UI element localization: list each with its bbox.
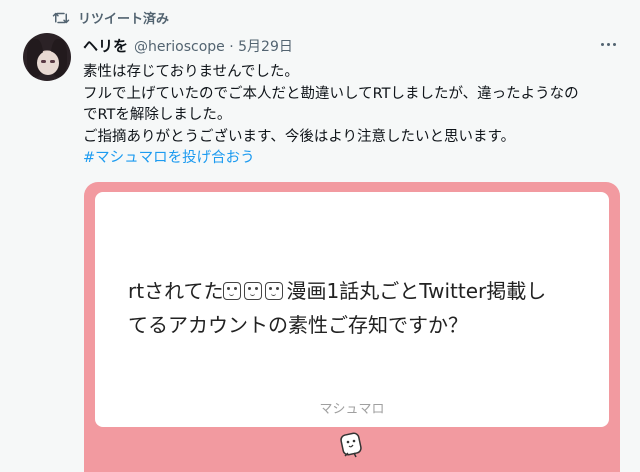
marshmallow-mascot-icon: [340, 432, 362, 458]
tweet-line-1: 素性は存じておりませんでした。: [83, 64, 299, 80]
face-icon: [244, 282, 263, 300]
question-text: rtされてた 漫画1話丸ごとTwitter掲載し てるアカウントの素性ご存知です…: [128, 274, 598, 342]
handle[interactable]: @herioscope · 5月29日: [134, 36, 293, 56]
tweet-line-2b: でRTを解除しました。: [83, 107, 232, 123]
question-prefix: rtされてた: [128, 279, 224, 303]
retweet-icon: [52, 12, 70, 23]
question-suffix: 漫画1話丸ごとTwitter掲載し: [286, 279, 547, 303]
tweet-line-2a: フルで上げていたのでご本人だと勘違いしてRTしましたが、違ったようなの: [83, 85, 579, 102]
dot-icon: [600, 42, 604, 46]
more-options-button[interactable]: [598, 36, 618, 52]
handle-text: @herioscope: [134, 39, 225, 55]
card-brand: マシュマロ: [319, 402, 385, 417]
hashtag-link[interactable]: #マシュマロを投げ合おう: [83, 148, 623, 170]
avatar[interactable]: [23, 33, 71, 81]
tweet-date[interactable]: 5月29日: [238, 39, 293, 55]
card-inner: rtされてた 漫画1話丸ごとTwitter掲載し てるアカウントの素性ご存知です…: [95, 192, 609, 427]
separator: ·: [229, 39, 234, 55]
display-name[interactable]: ヘリを: [83, 35, 128, 56]
tweet-header: ヘリを @herioscope · 5月29日: [83, 35, 293, 56]
question-line-2: てるアカウントの素性ご存知ですか？: [128, 313, 468, 337]
face-icon: [265, 282, 284, 300]
dot-icon: [606, 42, 610, 46]
tweet-line-3: ご指摘ありがとうございます、今後はより注意したいと思います。: [83, 128, 516, 145]
dot-icon: [612, 42, 616, 46]
marshmallow-card[interactable]: rtされてた 漫画1話丸ごとTwitter掲載し てるアカウントの素性ご存知です…: [84, 182, 620, 472]
retweet-indicator: リツイート済み: [52, 8, 169, 27]
tweet-text: 素性は存じておりませんでした。 フルで上げていたのでご本人だと勘違いしてRTしま…: [83, 62, 623, 170]
face-icon: [223, 282, 242, 300]
retweet-label: リツイート済み: [78, 12, 170, 27]
